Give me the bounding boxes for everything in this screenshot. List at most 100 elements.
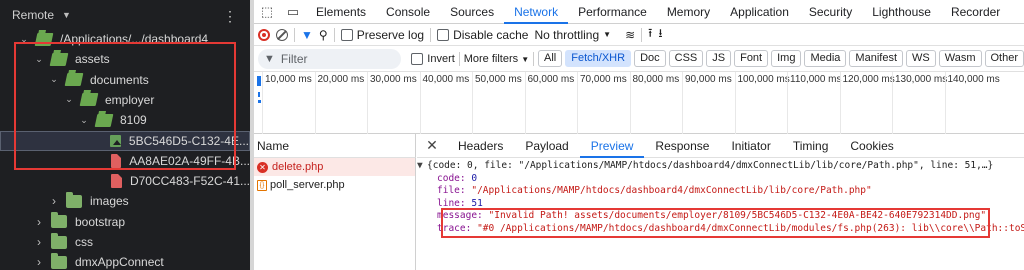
request-name: poll_server.php [270,179,345,191]
tab-application[interactable]: Application [720,0,799,24]
filter-input[interactable]: ▼ Filter [258,48,402,69]
timeline-tick-label: 140,000 ms [944,72,1000,134]
tab-performance[interactable]: Performance [568,0,657,24]
network-toolbar: ▼ ⚲ Preserve log Disable cache No thrott… [254,24,1024,46]
device-toolbar-icon[interactable]: ▭ [280,4,306,20]
filter-type-other[interactable]: Other [984,50,1024,67]
filter-funnel-icon[interactable]: ▼ [301,28,313,42]
tab-timing[interactable]: Timing [782,134,840,158]
chevron-down-icon[interactable]: ▼ [62,10,71,20]
disable-cache-checkbox[interactable]: Disable cache [437,28,528,42]
invert-checkbox[interactable]: Invert [411,52,455,65]
chevron-right-icon[interactable]: › [33,215,45,229]
tab-elements[interactable]: Elements [306,0,376,24]
explorer-header[interactable]: Remote ▼ ⋮ [0,0,250,30]
folder-open-icon [64,73,84,87]
tree-item-label: bootstrap [75,214,126,229]
clear-icon[interactable] [276,28,288,41]
chevron-right-icon[interactable]: › [33,235,45,249]
checkbox-box[interactable] [437,28,450,41]
network-conditions-icon[interactable]: ≋ [625,28,635,42]
preserve-log-checkbox[interactable]: Preserve log [340,27,425,42]
tab-console[interactable]: Console [376,0,440,24]
filter-type-ws[interactable]: WS [906,50,936,67]
tab-initiator[interactable]: Initiator [720,134,781,158]
request-row[interactable]: ✕ delete.php [254,158,415,176]
timeline-tick-label: 100,000 ms [734,72,790,134]
inspect-element-icon[interactable]: ⬚ [254,4,280,20]
invert-label: Invert [427,52,455,65]
chevron-down-icon[interactable]: ⌄ [33,54,45,65]
chevron-down-icon[interactable]: ⌄ [48,74,60,85]
devtools-panel: ⬚ ▭ Elements Console Sources Network Perform… [254,0,1024,270]
timeline-tick-label: 130,000 ms [892,72,947,134]
chevron-right-icon[interactable]: › [33,255,45,269]
filter-funnel-icon: ▼ [264,52,275,65]
filter-type-wasm[interactable]: Wasm [938,50,982,67]
tab-headers[interactable]: Headers [447,134,514,158]
tree-item[interactable]: ⌄ /Applications/.../dashboard4 [0,29,250,49]
chevron-right-icon[interactable]: › [48,194,60,208]
more-options-icon[interactable]: ⋮ [223,8,238,25]
file-value: "/Applications/MAMP/htdocs/dashboard4/dm… [471,185,872,196]
tab-sources[interactable]: Sources [440,0,504,24]
tree-item[interactable]: AA8AE02A-49FF-4B... [0,151,250,171]
tree-item[interactable]: 5BC546D5-C132-4E... [0,130,250,151]
filter-type-css[interactable]: CSS [668,50,704,67]
filter-type-img[interactable]: Img [771,50,802,67]
filter-type-js[interactable]: JS [706,50,732,67]
tree-item[interactable]: D70CC483-F52C-41... [0,171,250,191]
timeline-request-bar [258,92,260,97]
tree-item-label: D70CC483-F52C-41... [129,174,250,189]
export-har-icon[interactable]: ⭳ [658,24,662,45]
tab-security[interactable]: Security [799,0,862,24]
search-icon[interactable]: ⚲ [319,28,328,42]
close-icon[interactable]: ✕ [417,137,447,154]
tree-item[interactable]: ⌄ 8109 [0,110,250,130]
chevron-down-icon[interactable]: ⌄ [63,94,75,105]
filter-type-fetch-xhr[interactable]: Fetch/XHR [565,50,632,67]
filter-type-media[interactable]: Media [804,50,847,67]
more-filters-dropdown[interactable]: More filters ▼ [464,53,529,65]
tree-item-label: dmxAppConnect [75,255,164,270]
tree-item[interactable]: ⌄ documents [0,70,250,90]
tab-cookies[interactable]: Cookies [839,134,904,158]
tab-preview[interactable]: Preview [579,134,645,158]
throttling-select[interactable]: No throttling ▼ [534,28,611,42]
tree-item[interactable]: › images [0,191,250,211]
filter-type-manifest[interactable]: Manifest [849,50,903,67]
preview-summary: {code: 0, file: "/Applications/MAMP/htdo… [427,160,994,171]
image-file-icon [109,134,121,147]
checkbox-box[interactable] [411,52,424,65]
tab-response[interactable]: Response [644,134,720,158]
tree-item[interactable]: ⌄ employer [0,90,250,110]
folder-icon [51,232,67,249]
network-timeline[interactable]: 10,000 ms 20,000 ms 30,000 ms 40,000 ms 50,0… [254,72,1024,134]
chevron-down-icon[interactable]: ⌄ [18,34,30,45]
tree-item[interactable]: › css [0,232,250,252]
tab-payload[interactable]: Payload [514,134,579,158]
preserve-log-label: Preserve log [356,27,425,42]
expand-triangle-icon[interactable]: ▼ [417,160,427,173]
preview-summary-row[interactable]: ▼ {code: 0, file: "/Applications/MAMP/htd… [417,160,1024,173]
tab-lighthouse[interactable]: Lighthouse [862,0,941,24]
import-har-icon[interactable]: ⭱ [648,24,652,45]
file-key: file: [437,185,466,196]
timeline-tick-label: 80,000 ms [629,72,679,134]
tree-item[interactable]: › dmxAppConnect [0,252,250,270]
checkbox-box[interactable] [340,28,353,41]
chevron-down-icon[interactable]: ⌄ [78,115,90,126]
filter-type-all[interactable]: All [538,50,563,67]
tab-network[interactable]: Network [504,0,569,24]
tree-item[interactable]: ⌄ assets [0,49,250,69]
filter-type-font[interactable]: Font [734,50,769,67]
request-row[interactable]: {} poll_server.php [254,176,415,194]
record-icon[interactable] [258,28,270,41]
tab-memory[interactable]: Memory [657,0,720,24]
timeline-tick-label: 120,000 ms [839,72,895,134]
tree-item[interactable]: › bootstrap [0,212,250,232]
name-column-header[interactable]: Name [254,134,416,158]
preview-line-row: line: 51 [417,198,1024,211]
tab-recorder[interactable]: Recorder [941,0,1010,24]
filter-type-doc[interactable]: Doc [634,50,666,67]
